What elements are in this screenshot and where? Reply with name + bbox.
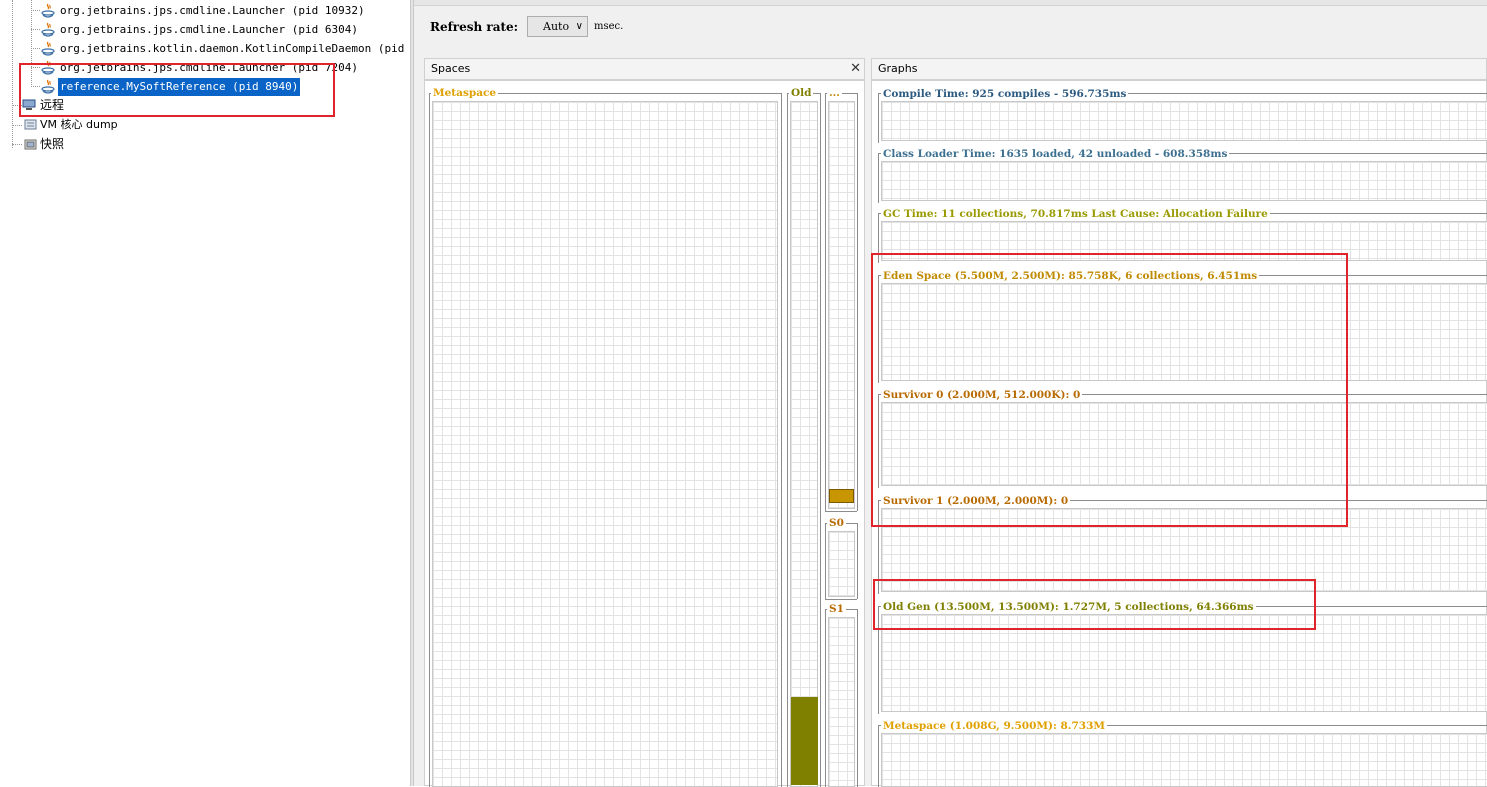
annotation-box [871,253,1348,527]
frame-line [857,609,858,787]
close-icon[interactable]: ✕ [850,59,861,79]
metaspace-grid [432,101,778,787]
tree-item-label: org.jetbrains.jps.cmdline.Launcher (pid … [60,4,365,17]
s1-space-grid [828,617,855,787]
tree-item-label: VM 核心 dump [40,118,118,131]
spaces-title: Spaces [431,62,471,75]
compile-time-title: Compile Time: 925 compiles - 596.735ms [881,88,1129,100]
tree-item-process-6304[interactable]: org.jetbrains.jps.cmdline.Launcher (pid … [0,21,410,39]
old-space-title: Old [789,87,814,99]
tree-item-label: 快照 [40,137,65,151]
frame-line [825,609,826,787]
graphs-panel-header: Graphs [871,58,1487,80]
refresh-rate-label: Refresh rate: [430,20,519,34]
tree-item-snapshots[interactable]: 快照 [0,135,200,153]
frame-line [825,93,826,511]
java-icon [41,22,55,37]
core-dump-icon [24,119,37,130]
s1-space-title: S1 [827,603,846,615]
s0-space-grid [828,531,855,597]
visual-gc-panel: Refresh rate: Auto ∨ msec. Spaces ✕ Meta… [414,0,1487,787]
eden-space-title: ... [827,87,842,99]
process-tree: org.jetbrains.jps.cmdline.Launcher (pid … [0,0,410,786]
old-space-grid [790,101,818,787]
spaces-panel: Metaspace Old ... S0 S1 [424,80,865,787]
tree-item-process-10932[interactable]: org.jetbrains.jps.cmdline.Launcher (pid … [0,2,410,20]
eden-used-fill [829,489,854,503]
tree-item-process-11128[interactable]: org.jetbrains.kotlin.daemon.KotlinCompil… [0,40,410,58]
frame-line [878,153,879,203]
graphs-title: Graphs [878,62,918,75]
metaspace-graph [881,733,1487,787]
tree-item-label: org.jetbrains.kotlin.daemon.KotlinCompil… [60,42,410,55]
frame-line [825,599,857,600]
frame-line [878,725,879,787]
annotation-box [873,579,1316,630]
tree-item-label: org.jetbrains.jps.cmdline.Launcher (pid … [60,23,359,36]
frame-line [429,93,430,787]
frame-line [825,523,826,599]
frame-line [825,511,857,512]
spaces-panel-header: Spaces ✕ [424,58,865,80]
frame-line [878,93,879,143]
frame-line [857,93,858,511]
frame-line [857,523,858,599]
class-loader-title: Class Loader Time: 1635 loaded, 42 unloa… [881,148,1230,160]
gc-time-title: GC Time: 11 collections, 70.817ms Last C… [881,208,1270,220]
refresh-rate-select[interactable]: Auto ∨ [527,16,588,37]
eden-space-grid [828,101,855,509]
java-icon [41,3,55,18]
java-icon [41,41,55,56]
compile-time-graph [881,101,1487,141]
tree-item-vm-core-dump[interactable]: VM 核心 dump [0,116,200,134]
frame-line [781,93,782,787]
top-strip [414,0,1487,6]
metaspace-space-title: Metaspace [431,87,499,99]
s0-space-title: S0 [827,517,846,529]
frame-line [787,93,788,787]
frame-line [820,93,821,787]
refresh-rate-unit: msec. [594,21,624,32]
class-loader-graph [881,161,1487,201]
snapshot-icon [24,139,37,150]
old-used-fill [791,697,818,785]
metaspace-graph-title: Metaspace (1.008G, 9.500M): 8.733M [881,720,1107,732]
chevron-down-icon: ∨ [575,21,583,32]
refresh-rate-value: Auto [543,20,570,33]
annotation-box [19,63,335,117]
